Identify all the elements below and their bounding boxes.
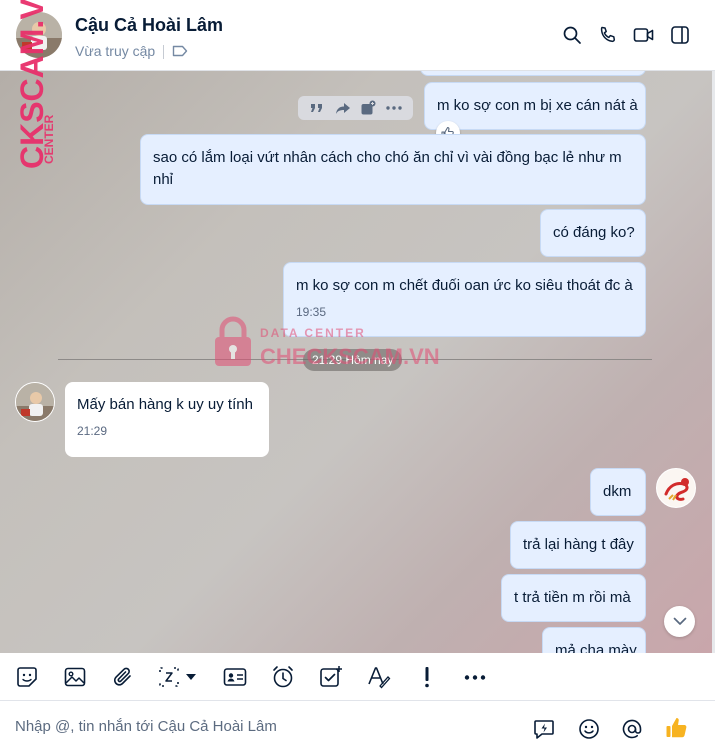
video-call-icon[interactable] bbox=[631, 22, 657, 48]
quick-reply-icon[interactable] bbox=[532, 717, 556, 741]
quote-reply-icon[interactable] bbox=[309, 101, 325, 115]
my-avatar[interactable] bbox=[656, 468, 696, 508]
scroll-to-bottom-button[interactable] bbox=[664, 606, 695, 637]
message-actions-bar bbox=[298, 96, 413, 120]
contact-card-icon[interactable] bbox=[222, 664, 248, 690]
text-format-icon[interactable] bbox=[366, 664, 392, 690]
reminder-clock-icon[interactable] bbox=[270, 664, 296, 690]
send-like-button[interactable] bbox=[664, 715, 690, 741]
screenshot-icon[interactable] bbox=[158, 664, 202, 690]
message-text: t trả tiền m rồi mà bbox=[514, 589, 631, 606]
chevron-down-icon bbox=[673, 617, 686, 625]
forward-icon[interactable] bbox=[335, 101, 351, 115]
search-icon[interactable] bbox=[559, 22, 585, 48]
sender-avatar[interactable] bbox=[15, 382, 55, 422]
task-checkbox-icon[interactable] bbox=[318, 664, 344, 690]
side-watermark-small-text: CENTER bbox=[42, 114, 56, 164]
watermark-big-text: CHECKSCAM.VN bbox=[260, 344, 440, 369]
caret-down-icon[interactable] bbox=[186, 674, 196, 680]
mention-icon[interactable] bbox=[620, 717, 644, 741]
lock-icon bbox=[215, 316, 251, 366]
thumbs-up-icon bbox=[666, 718, 687, 738]
side-watermark: CKSCAM.VN CENTER bbox=[10, 0, 56, 169]
message-bubble[interactable]: trả lại hàng t đây bbox=[510, 521, 646, 569]
message-bubble[interactable]: Mấy bán hàng k uy uy tính 21:29 bbox=[65, 382, 269, 457]
message-bubble[interactable]: m ko sợ con m bị xe cán nát à bbox=[424, 82, 646, 130]
message-time: 21:29 bbox=[77, 424, 108, 438]
message-text: m ko sợ con m bị xe cán nát à bbox=[437, 97, 638, 114]
label-tag-icon[interactable] bbox=[172, 44, 188, 63]
watermark-small-text: DATA CENTER bbox=[260, 326, 366, 340]
edit-note-icon[interactable] bbox=[360, 100, 376, 116]
phone-call-icon[interactable] bbox=[595, 22, 621, 48]
composer-toolbar bbox=[0, 653, 715, 701]
message-text: Mấy bán hàng k uy uy tính bbox=[77, 396, 253, 413]
image-icon[interactable] bbox=[62, 664, 88, 690]
message-composer bbox=[0, 701, 715, 751]
watermark: DATA CENTER CHECKSCAM.VN bbox=[213, 316, 453, 372]
message-bubble[interactable]: sao có lắm loại vứt nhân cách cho chó ăn… bbox=[140, 134, 646, 205]
message-bubble[interactable]: mả cha mày bbox=[542, 627, 646, 653]
message-text: dkm bbox=[603, 483, 632, 500]
contact-name[interactable]: Cậu Cả Hoài Lâm bbox=[75, 15, 223, 36]
attachment-icon[interactable] bbox=[110, 664, 136, 690]
more-options-icon[interactable] bbox=[462, 664, 488, 690]
chat-header: Cậu Cả Hoài Lâm Vừa truy cập bbox=[0, 0, 715, 71]
message-text: trả lại hàng t đây bbox=[523, 536, 634, 553]
conversation-info-icon[interactable] bbox=[667, 22, 693, 48]
message-text-line: nhỉ bbox=[153, 171, 174, 188]
message-text: m ko sợ con m chết đuối oan ức ko siêu t… bbox=[296, 277, 633, 294]
message-text: mả cha mày bbox=[555, 642, 637, 653]
status-divider bbox=[163, 45, 164, 59]
message-bubble[interactable]: có đáng ko? bbox=[540, 209, 646, 257]
message-bubble[interactable]: dkm bbox=[590, 468, 646, 516]
sticker-icon[interactable] bbox=[14, 664, 40, 690]
message-bubble[interactable]: t trả tiền m rồi mà bbox=[501, 574, 646, 622]
important-icon[interactable] bbox=[414, 664, 440, 690]
message-input[interactable] bbox=[15, 715, 495, 737]
message-bubble-partial[interactable] bbox=[420, 71, 646, 76]
message-text: có đáng ko? bbox=[553, 224, 635, 241]
more-actions-icon[interactable] bbox=[386, 106, 402, 110]
contact-status: Vừa truy cập bbox=[75, 43, 156, 59]
message-text-line: sao có lắm loại vứt nhân cách cho chó ăn… bbox=[153, 149, 622, 166]
emoji-icon[interactable] bbox=[577, 717, 601, 741]
